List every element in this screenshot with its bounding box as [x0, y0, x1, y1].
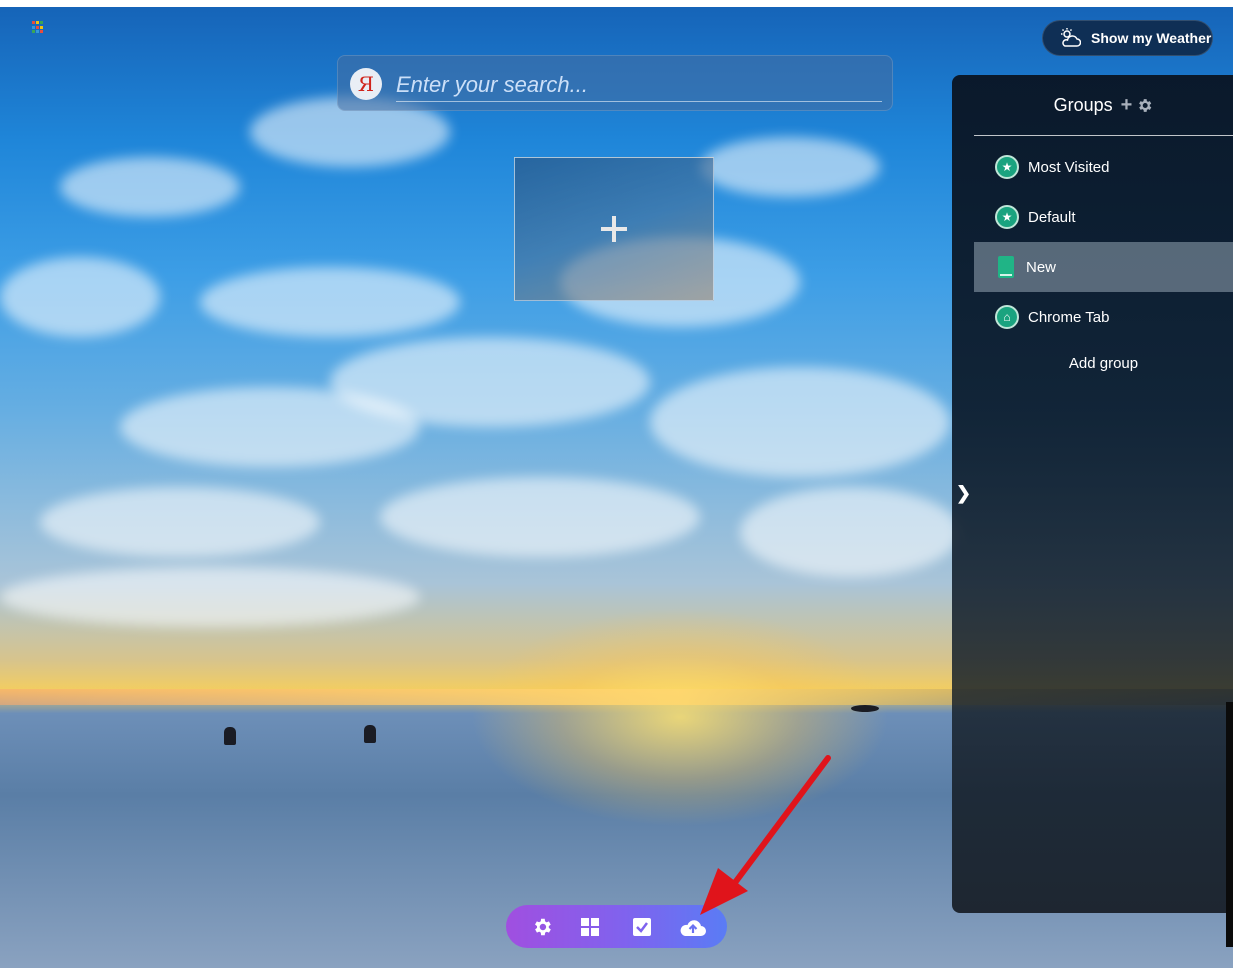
group-item-new[interactable]: New [974, 242, 1233, 292]
scrollbar[interactable] [1226, 702, 1233, 947]
settings-button[interactable] [530, 915, 554, 939]
show-weather-button[interactable]: Show my Weather [1042, 20, 1213, 56]
grid-view-button[interactable] [578, 915, 602, 939]
grid-icon [581, 918, 599, 936]
top-strip [0, 0, 1233, 7]
add-speed-dial-tile[interactable] [514, 157, 714, 301]
group-item-label: New [1026, 258, 1057, 276]
todo-button[interactable] [630, 915, 654, 939]
group-item-label: Most Visited [1028, 158, 1110, 176]
cloud-sun-icon [1061, 28, 1081, 47]
apps-grid-icon[interactable] [32, 21, 45, 34]
groups-panel: ❯ Groups + ★ Most Visited ★ Default New … [952, 75, 1233, 913]
checkbox-icon [633, 918, 651, 936]
show-weather-label: Show my Weather [1091, 30, 1212, 46]
settings-icon [535, 918, 551, 936]
search-input[interactable] [396, 68, 882, 102]
star-badge-icon: ★ [995, 205, 1019, 229]
plus-icon [601, 216, 627, 242]
add-group-link[interactable]: Add group [974, 355, 1233, 379]
chevron-right-icon: ❯ [956, 483, 972, 503]
group-item-chrome-tab[interactable]: ⌂ Chrome Tab [974, 292, 1233, 342]
yandex-logo[interactable]: Я [350, 68, 382, 100]
add-group-icon[interactable]: + [1121, 95, 1133, 115]
group-item-label: Chrome Tab [1028, 308, 1110, 326]
groups-header: Groups + [974, 75, 1233, 136]
groups-title: Groups [1053, 94, 1113, 115]
annotation-arrow [700, 755, 831, 915]
group-item-default[interactable]: ★ Default [974, 192, 1233, 242]
collapse-panel-handle[interactable]: ❯ [952, 75, 974, 913]
gear-icon[interactable] [1136, 97, 1153, 114]
star-badge-icon: ★ [995, 155, 1019, 179]
group-item-label: Default [1028, 208, 1076, 226]
book-icon [998, 256, 1014, 278]
search-bar: Я [337, 55, 893, 111]
group-item-most-visited[interactable]: ★ Most Visited [974, 142, 1233, 192]
home-badge-icon: ⌂ [995, 305, 1019, 329]
